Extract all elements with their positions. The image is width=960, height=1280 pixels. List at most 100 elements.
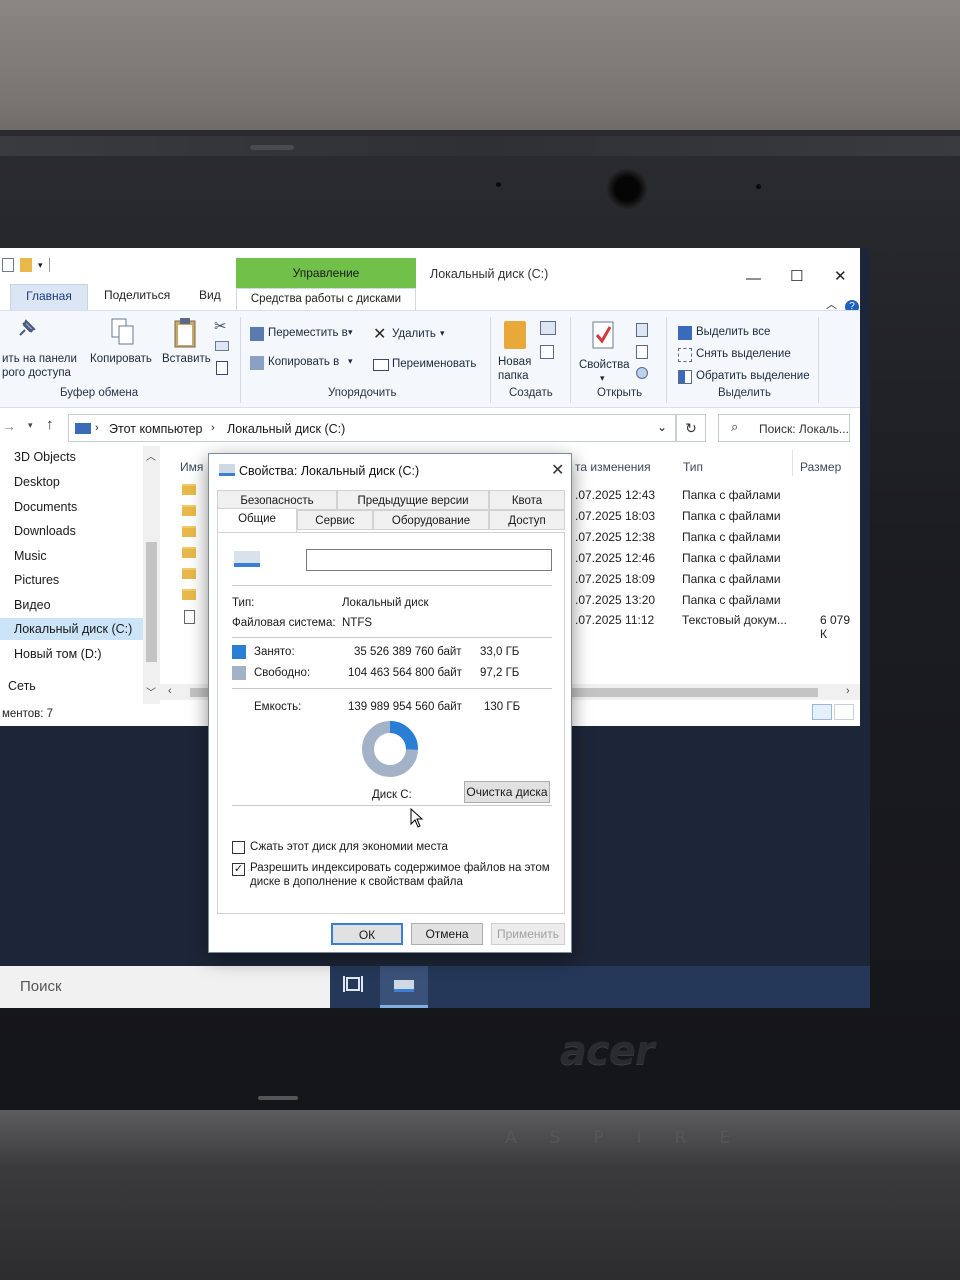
chevron-down-icon[interactable]: ▾ — [348, 356, 353, 367]
tab-view[interactable]: Вид — [199, 288, 221, 302]
tab-security[interactable]: Безопасность — [217, 490, 337, 510]
nav-item-pictures[interactable]: Pictures — [0, 569, 144, 591]
edit-icon[interactable] — [636, 345, 648, 359]
tab-sharing[interactable]: Доступ — [489, 510, 565, 530]
move-to-button[interactable]: Переместить в — [268, 327, 348, 339]
breadcrumb-this-pc[interactable]: Этот компьютер — [109, 422, 202, 436]
chevron-down-icon[interactable]: ▾ — [38, 260, 43, 271]
select-all-button[interactable]: Выделить все — [696, 326, 770, 338]
chevron-up-icon[interactable]: ︿ — [146, 448, 156, 463]
search-input[interactable]: ⌕ Поиск: Локаль... — [718, 414, 850, 442]
chevron-left-icon[interactable]: ‹ — [168, 685, 172, 697]
new-folder-button[interactable]: Новая — [498, 356, 531, 368]
nav-item-documents[interactable]: Documents — [0, 496, 144, 518]
nav-item-downloads[interactable]: Downloads — [0, 520, 144, 542]
chevron-down-icon[interactable]: ▾ — [28, 420, 33, 431]
nav-scrollbar[interactable]: ︿ ﹀ — [143, 446, 160, 704]
breadcrumb-separator-icon[interactable]: › — [211, 422, 215, 434]
up-arrow-icon[interactable]: ↑ — [46, 416, 54, 433]
chevron-down-icon[interactable]: ⌄ — [657, 420, 667, 434]
maximize-icon[interactable]: ☐ — [790, 267, 803, 285]
copy-to-button[interactable]: Копировать в — [268, 356, 339, 368]
refresh-icon[interactable]: ↻ — [676, 414, 706, 442]
select-all-icon[interactable] — [678, 326, 692, 340]
copy-path-icon[interactable] — [215, 341, 229, 351]
address-input[interactable]: › Этот компьютер › Локальный диск (C:) ⌄ — [68, 414, 676, 442]
chevron-right-icon[interactable]: › — [846, 685, 850, 697]
tab-general[interactable]: Общие — [217, 508, 297, 532]
invert-selection-button[interactable]: Обратить выделение — [696, 370, 810, 382]
index-checkbox[interactable]: ✓ — [232, 863, 245, 876]
history-icon[interactable] — [636, 367, 648, 379]
column-divider[interactable] — [792, 450, 793, 476]
paste-shortcut-icon[interactable] — [216, 361, 228, 375]
divider — [232, 688, 552, 689]
copy-icon[interactable] — [110, 317, 136, 347]
tab-quota[interactable]: Квота — [489, 490, 565, 510]
new-item-icon[interactable] — [540, 321, 556, 335]
nav-item-network[interactable]: Сеть — [0, 675, 144, 697]
select-none-button[interactable]: Снять выделение — [696, 348, 791, 360]
properties-icon[interactable] — [2, 258, 14, 272]
taskbar-app-disk[interactable] — [380, 966, 428, 1008]
paste-button[interactable]: Вставить — [162, 353, 211, 365]
tab-disk-tools[interactable]: Средства работы с дисками — [236, 288, 416, 310]
back-arrow-icon[interactable]: → — [2, 418, 16, 434]
tab-hardware[interactable]: Оборудование — [373, 510, 489, 530]
rename-icon[interactable] — [373, 359, 389, 371]
tab-home[interactable]: Главная — [10, 284, 88, 310]
cancel-button[interactable]: Отмена — [411, 923, 483, 945]
properties-check-icon[interactable] — [592, 321, 614, 349]
column-header-name[interactable]: Имя — [180, 460, 203, 474]
close-icon[interactable]: ✕ — [834, 267, 847, 285]
breadcrumb-separator-icon[interactable]: › — [95, 422, 99, 434]
nav-item-3d-objects[interactable]: 3D Objects — [0, 446, 144, 468]
folder-icon[interactable] — [20, 258, 32, 272]
chevron-down-icon[interactable]: ▾ — [600, 373, 605, 384]
ok-button[interactable]: ОК — [331, 923, 403, 945]
new-folder-button-line2[interactable]: папка — [498, 370, 529, 382]
nav-item-desktop[interactable]: Desktop — [0, 471, 144, 493]
select-none-icon[interactable] — [678, 348, 692, 362]
chevron-down-icon[interactable]: ▾ — [348, 327, 353, 338]
copy-to-icon[interactable] — [250, 356, 264, 370]
disk-cleanup-button[interactable]: Очистка диска — [464, 781, 550, 803]
apply-button[interactable]: Применить — [491, 923, 565, 945]
open-icon[interactable] — [636, 323, 648, 337]
column-header-size[interactable]: Размер — [800, 460, 841, 474]
chevron-down-icon[interactable]: ▾ — [440, 328, 445, 339]
new-folder-icon[interactable] — [504, 321, 526, 349]
large-icons-view-icon[interactable] — [834, 704, 854, 720]
move-to-icon[interactable] — [250, 327, 264, 341]
properties-button[interactable]: Свойства — [579, 359, 630, 371]
nav-item-music[interactable]: Music — [0, 545, 144, 567]
pin-label-2[interactable]: рого доступа — [2, 367, 71, 379]
tab-tools[interactable]: Сервис — [297, 510, 373, 530]
paste-icon[interactable] — [172, 317, 198, 349]
rename-button[interactable]: Переименовать — [392, 358, 476, 370]
copy-button[interactable]: Копировать — [90, 353, 152, 365]
chevron-down-icon[interactable]: ﹀ — [146, 684, 156, 699]
nav-item-local-disk-c[interactable]: Локальный диск (C:) — [0, 618, 144, 640]
easy-access-icon[interactable] — [540, 345, 554, 359]
compress-checkbox[interactable] — [232, 841, 245, 854]
delete-icon[interactable]: ✕ — [373, 324, 386, 344]
close-icon[interactable]: ✕ — [551, 460, 564, 480]
tab-share[interactable]: Поделиться — [104, 288, 170, 302]
scrollbar-thumb[interactable] — [146, 542, 157, 662]
task-view-icon[interactable] — [342, 974, 366, 996]
taskbar-search[interactable]: Поиск — [0, 966, 330, 1008]
column-header-date[interactable]: та изменения — [575, 460, 651, 474]
invert-selection-icon[interactable] — [678, 370, 692, 384]
delete-button[interactable]: Удалить — [392, 328, 436, 340]
nav-item-new-volume-d[interactable]: Новый том (D:) — [0, 643, 144, 665]
nav-item-videos[interactable]: Видео — [0, 594, 144, 616]
pin-icon[interactable] — [14, 319, 36, 341]
cut-icon[interactable]: ✂ — [214, 317, 227, 335]
volume-label-input[interactable] — [306, 549, 552, 571]
tab-previous-versions[interactable]: Предыдущие версии — [337, 490, 489, 510]
pin-label[interactable]: ить на панели — [2, 353, 77, 365]
column-header-type[interactable]: Тип — [683, 460, 703, 474]
details-view-icon[interactable] — [812, 704, 832, 720]
breadcrumb-local-disk[interactable]: Локальный диск (C:) — [227, 422, 345, 436]
